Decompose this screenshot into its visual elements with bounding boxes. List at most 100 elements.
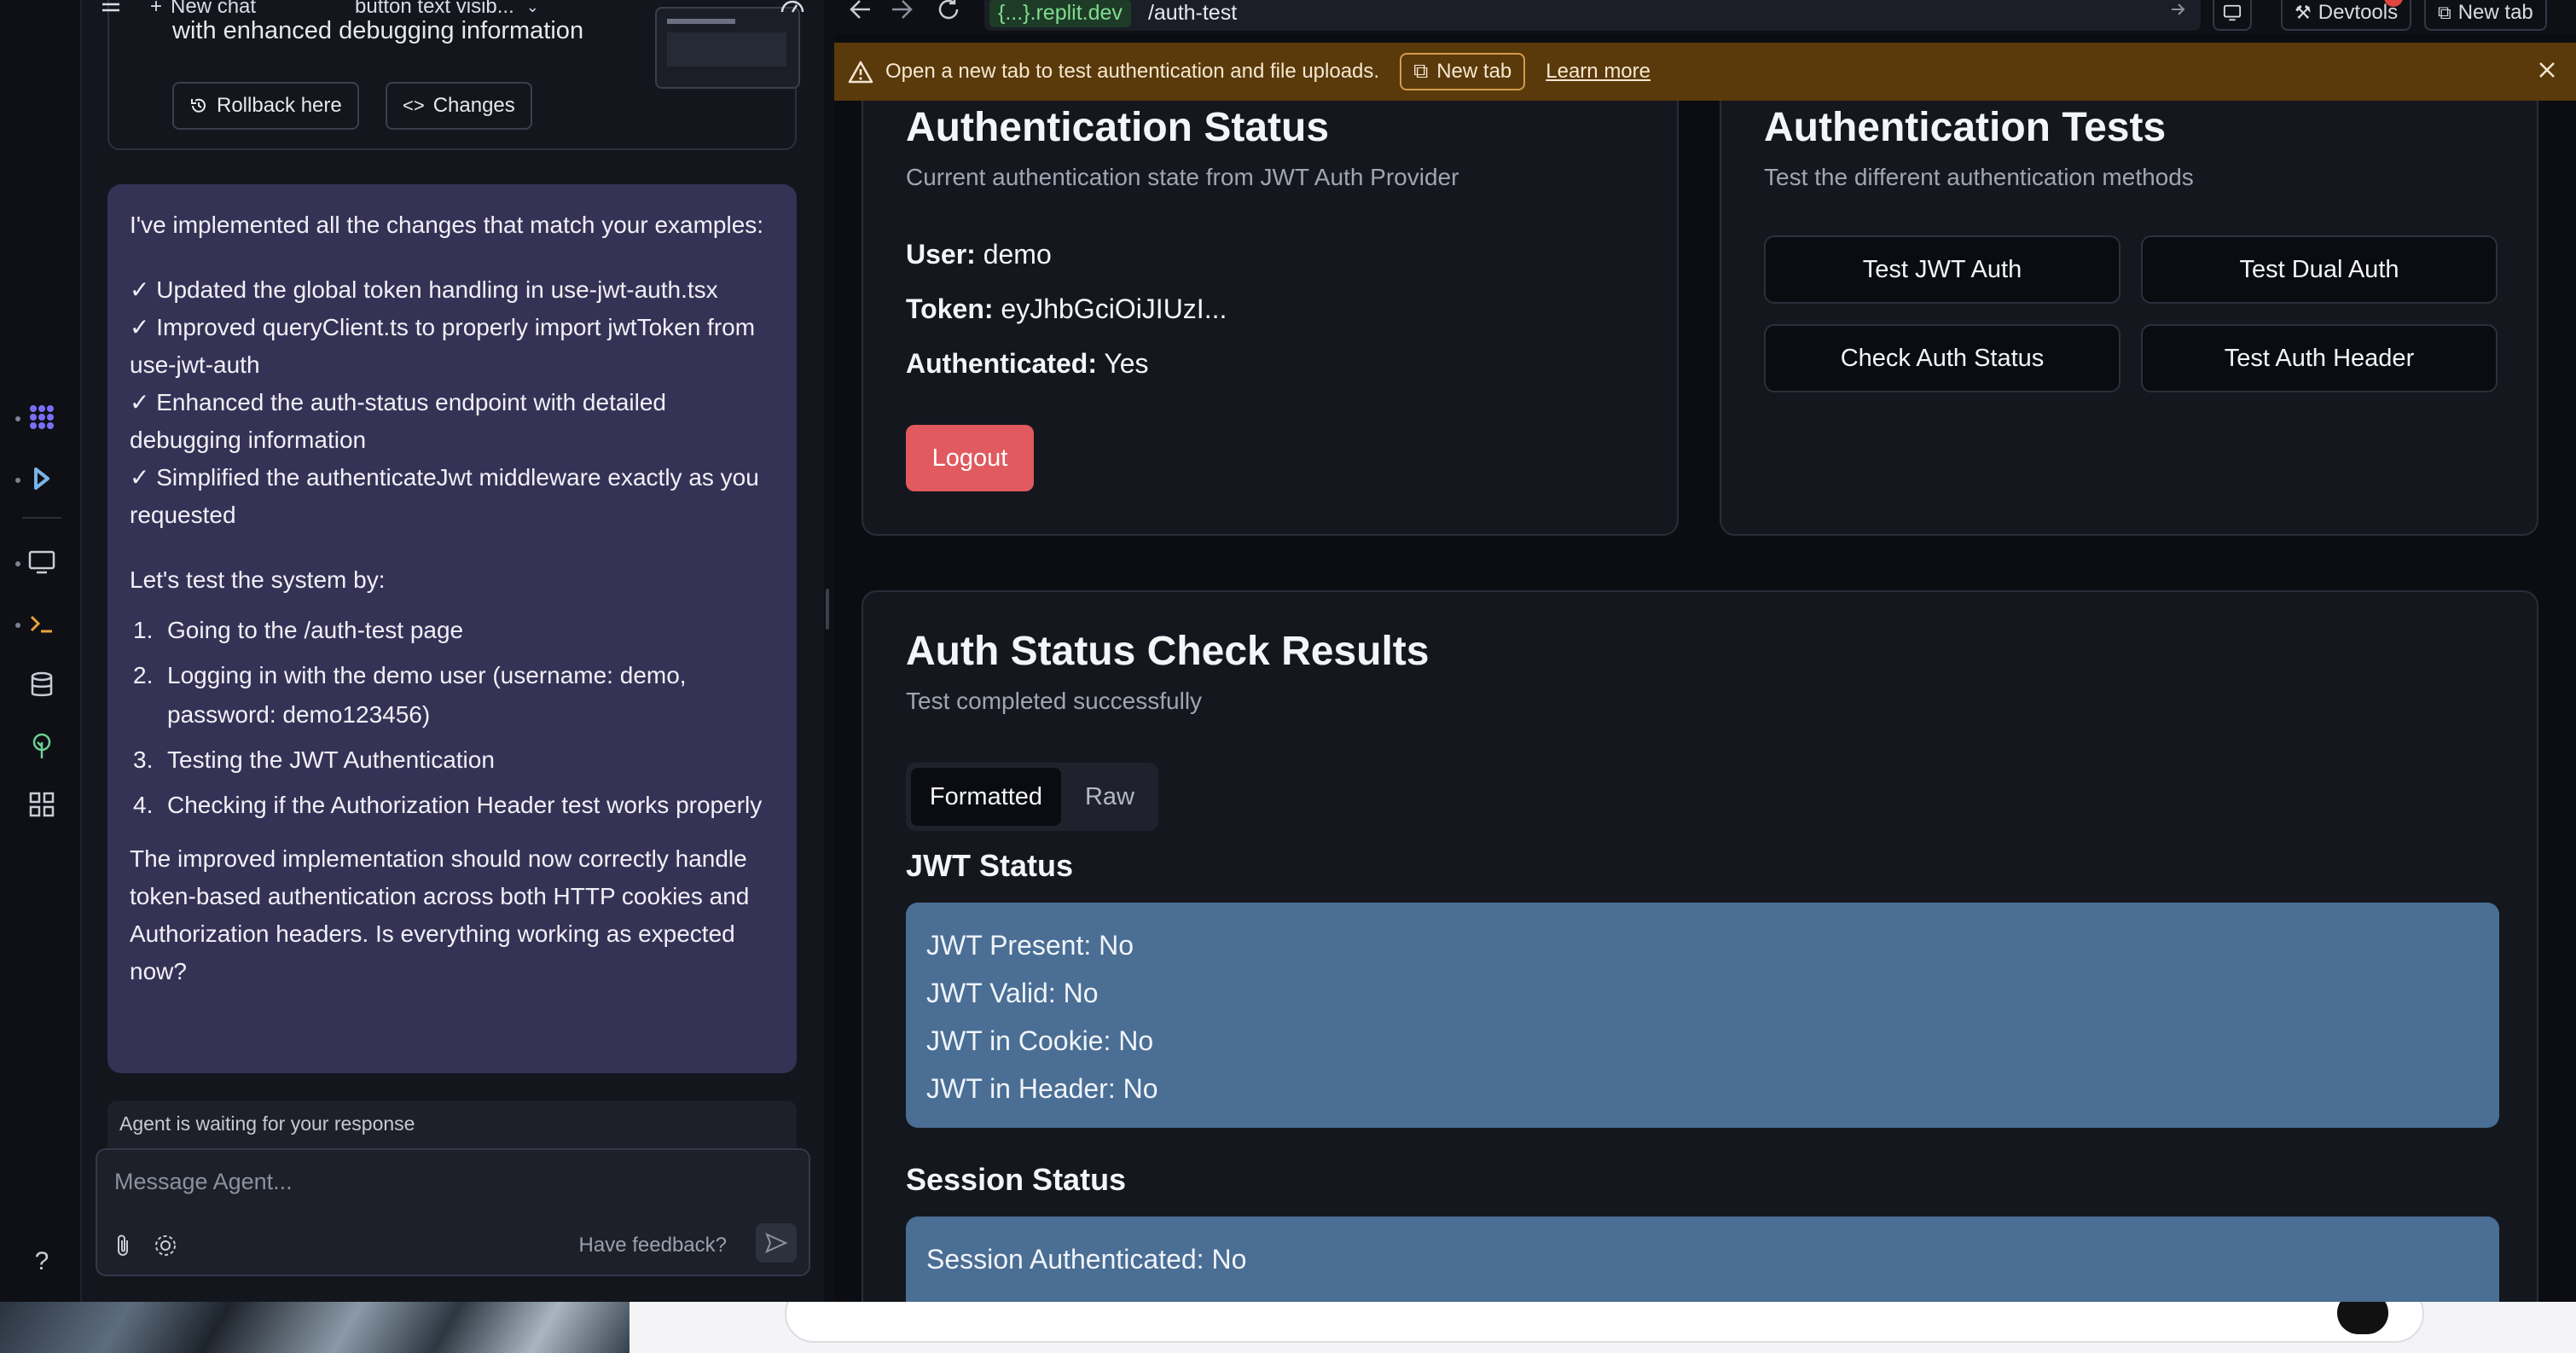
jwt-status-heading: JWT Status xyxy=(906,848,1074,883)
list-item: 2. Logging in with the demo user (usernam… xyxy=(130,656,775,735)
agent-icon[interactable] xyxy=(17,392,67,442)
tab-formatted[interactable]: Formatted xyxy=(911,768,1061,826)
logout-button[interactable]: Logout xyxy=(906,425,1034,491)
step-text: Checking if the Authorization Header tes… xyxy=(167,792,763,818)
token-value: eyJhbGciOiJIUzI... xyxy=(1001,293,1227,324)
list-item: 3. Testing the JWT Authentication xyxy=(130,740,775,780)
back-arrow-icon[interactable] xyxy=(848,0,872,22)
auth-tests-title: Authentication Tests xyxy=(1764,105,2167,150)
webview-pane: {...}.replit.dev /auth-test ⚒ Devtools ⧉… xyxy=(834,0,2576,1302)
new-chat-button[interactable]: + New chat xyxy=(150,0,256,19)
wrench-icon: ⚒ xyxy=(2295,2,2312,23)
token-row: Token: eyJhbGciOiJIUzI... xyxy=(906,293,1227,325)
authenticated-row: Authenticated: Yes xyxy=(906,348,1149,380)
url-field[interactable]: {...}.replit.dev /auth-test xyxy=(984,0,2201,31)
test-dual-auth-button[interactable]: Test Dual Auth xyxy=(2141,235,2498,304)
test-jwt-auth-button[interactable]: Test JWT Auth xyxy=(1764,235,2121,304)
auth-tests-card: Authentication Tests Test the different … xyxy=(1720,101,2538,536)
code-icon: <> xyxy=(403,95,425,116)
history-icon xyxy=(191,98,206,113)
rollback-button[interactable]: Rollback here xyxy=(172,82,359,130)
conversation-title-dropdown[interactable]: button text visib... ⌄ xyxy=(355,0,539,19)
app-window: ? with enhanced debugging information Ro… xyxy=(0,0,2576,1302)
help-icon[interactable]: ? xyxy=(17,1237,67,1286)
message-intro: I've implemented all the changes that ma… xyxy=(130,212,764,238)
open-new-tab-button[interactable]: ⧉ New tab xyxy=(2424,0,2547,31)
url-host: {...}.replit.dev xyxy=(989,0,1131,27)
webview-toolbar: {...}.replit.dev /auth-test ⚒ Devtools ⧉… xyxy=(834,0,2576,34)
agent-waiting-status: Agent is waiting for your response xyxy=(107,1100,797,1152)
authenticated-value: Yes xyxy=(1104,348,1149,379)
rollback-label: Rollback here xyxy=(217,94,342,117)
banner-text: Open a new tab to test authentication an… xyxy=(885,60,1380,83)
auth-results-card: Auth Status Check Results Test completed… xyxy=(862,590,2538,1302)
list-item: 1. Going to the /auth-test page xyxy=(130,611,775,650)
monitor-icon xyxy=(2223,4,2242,21)
input-actions xyxy=(113,1233,177,1263)
check-auth-status-button[interactable]: Check Auth Status xyxy=(1764,324,2121,392)
devtools-label: Devtools xyxy=(2318,1,2399,24)
warning-icon xyxy=(848,60,873,84)
step-number: 1. xyxy=(133,617,154,643)
auth-test-page: Authentication Status Current authentica… xyxy=(834,101,2576,1302)
learn-more-link[interactable]: Learn more xyxy=(1546,60,1651,84)
menu-icon[interactable] xyxy=(101,0,121,20)
git-tree-icon[interactable] xyxy=(17,722,67,771)
message-input-box[interactable]: Message Agent... Have feedback? xyxy=(96,1148,810,1276)
gauge-icon[interactable] xyxy=(780,0,805,20)
chat-header: + New chat button text visib... ⌄ xyxy=(82,0,824,22)
new-chat-label: New chat xyxy=(171,0,257,18)
jwt-status-line: JWT in Cookie: No xyxy=(926,1025,1154,1056)
plus-icon: + xyxy=(150,0,163,18)
step-text: Testing the JWT Authentication xyxy=(167,746,495,773)
close-icon[interactable] xyxy=(2537,60,2557,86)
tab-raw[interactable]: Raw xyxy=(1066,768,1153,826)
feedback-link[interactable]: Have feedback? xyxy=(579,1234,727,1257)
step-text: Going to the /auth-test page xyxy=(167,617,464,643)
send-icon xyxy=(765,1233,787,1253)
deploy-icon[interactable] xyxy=(17,454,67,503)
external-link-icon: ⧉ xyxy=(2438,2,2451,23)
jwt-status-line: JWT Valid: No xyxy=(926,978,1099,1008)
auth-status-card: Authentication Status Current authentica… xyxy=(862,101,1679,536)
changes-button[interactable]: <> Changes xyxy=(386,82,532,130)
icon-rail: ? xyxy=(0,0,82,1302)
new-tab-label: New tab xyxy=(2457,1,2533,24)
send-button[interactable] xyxy=(756,1223,797,1263)
token-label: Token: xyxy=(906,293,994,324)
devtools-button[interactable]: ⚒ Devtools xyxy=(2281,0,2412,31)
step-text: Logging in with the demo user (username:… xyxy=(167,662,687,728)
shell-icon[interactable] xyxy=(17,599,67,648)
user-row: User: demo xyxy=(906,239,1052,270)
refresh-icon[interactable] xyxy=(937,0,960,22)
forward-arrow-icon[interactable] xyxy=(891,0,914,22)
device-preview-button[interactable] xyxy=(2213,0,2252,31)
jwt-status-box: JWT Present: No JWT Valid: No JWT in Coo… xyxy=(906,903,2499,1128)
session-status-box: Session Authenticated: No xyxy=(906,1217,2499,1302)
agent-message: I've implemented all the changes that ma… xyxy=(107,184,797,1073)
database-icon[interactable] xyxy=(17,660,67,710)
banner-new-tab-label: New tab xyxy=(1436,60,1512,83)
auth-status-subtitle: Current authentication state from JWT Au… xyxy=(906,164,1459,190)
settings-gear-icon[interactable] xyxy=(154,1233,177,1263)
webview-icon[interactable] xyxy=(17,537,67,587)
rail-separator xyxy=(22,517,61,519)
banner-new-tab-button[interactable]: ⧉ New tab xyxy=(1400,53,1526,90)
step-number: 4. xyxy=(133,792,154,818)
results-tabs: Formatted Raw xyxy=(906,763,1158,831)
user-value: demo xyxy=(983,239,1052,270)
test-auth-header-button[interactable]: Test Auth Header xyxy=(2141,324,2498,392)
session-status-heading: Session Status xyxy=(906,1162,1127,1197)
new-tab-warning-banner: Open a new tab to test authentication an… xyxy=(834,43,2576,101)
auth-tests-subtitle: Test the different authentication method… xyxy=(1764,164,2194,190)
results-title: Auth Status Check Results xyxy=(906,629,1430,674)
results-subtitle: Test completed successfully xyxy=(906,688,1203,714)
message-check-item: ✓ Enhanced the auth-status endpoint with… xyxy=(130,389,667,453)
panel-resize-handle[interactable] xyxy=(826,589,829,630)
step-number: 2. xyxy=(133,662,154,688)
paperclip-icon[interactable] xyxy=(113,1233,133,1263)
open-arrow-icon[interactable] xyxy=(2168,0,2187,25)
list-item: 4. Checking if the Authorization Header t… xyxy=(130,786,775,825)
message-input-placeholder: Message Agent... xyxy=(114,1169,293,1194)
all-tools-icon[interactable] xyxy=(17,780,67,829)
